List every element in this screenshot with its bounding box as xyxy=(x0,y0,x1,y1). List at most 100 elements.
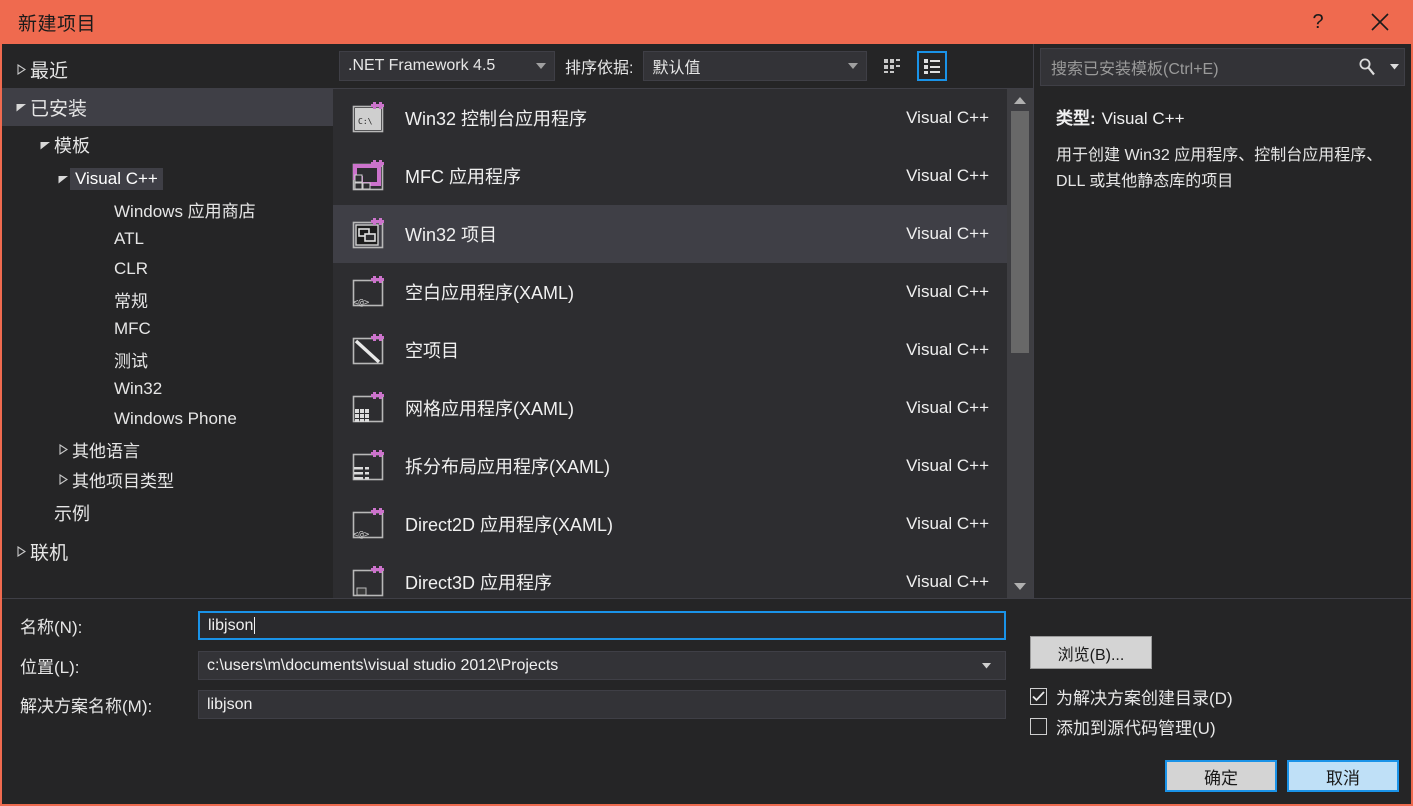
template-list-item[interactable]: 网格应用程序(XAML)Visual C++ xyxy=(333,379,1007,437)
template-list-item[interactable]: Direct3D 应用程序Visual C++ xyxy=(333,553,1007,598)
scroll-up-button[interactable] xyxy=(1007,89,1033,111)
template-list-item[interactable]: C:\Win32 控制台应用程序Visual C++ xyxy=(333,89,1007,147)
tree-collapsed-icon[interactable] xyxy=(12,546,30,557)
search-icon[interactable] xyxy=(1350,57,1384,77)
description-text: 用于创建 Win32 应用程序、控制台应用程序、DLL 或其他静态库的项目 xyxy=(1056,143,1393,196)
triangle-right-icon xyxy=(59,474,68,485)
sidebar-item-label: Win32 xyxy=(114,379,162,399)
sidebar-item-12[interactable]: 其他语言 xyxy=(2,434,333,464)
chevron-down-icon[interactable] xyxy=(975,663,997,669)
grid-view-button[interactable] xyxy=(877,51,907,81)
sidebar-item-11[interactable]: Windows Phone xyxy=(2,404,333,434)
sidebar-item-13[interactable]: 其他项目类型 xyxy=(2,464,333,494)
sort-by-dropdown[interactable]: 默认值 xyxy=(643,51,867,81)
sidebar-item-2[interactable]: 模板 xyxy=(2,126,333,164)
close-icon xyxy=(1369,11,1391,33)
sidebar-item-5[interactable]: ATL xyxy=(2,224,333,254)
tree-expanded-icon[interactable] xyxy=(36,141,54,150)
sidebar-item-8[interactable]: MFC xyxy=(2,314,333,344)
tree-collapsed-icon[interactable] xyxy=(54,444,72,455)
list-view-button[interactable] xyxy=(917,51,947,81)
sort-by-value: 默认值 xyxy=(652,54,700,78)
checkbox-unchecked-icon[interactable] xyxy=(1030,718,1047,735)
sidebar-item-10[interactable]: Win32 xyxy=(2,374,333,404)
sidebar-item-1[interactable]: 已安装 xyxy=(2,88,333,126)
title-bar: 新建项目 ? xyxy=(2,0,1411,44)
svg-text:C:\: C:\ xyxy=(358,117,373,126)
template-list-item[interactable]: <@>Direct2D 应用程序(XAML)Visual C++ xyxy=(333,495,1007,553)
source-control-checkbox-row[interactable]: 添加到源代码管理(U) xyxy=(1030,714,1216,739)
page-title: 新建项目 xyxy=(18,9,96,36)
empty-project-icon xyxy=(347,332,391,368)
win32-project-icon xyxy=(347,216,391,252)
triangle-down-icon xyxy=(1014,583,1026,591)
template-name: MFC 应用程序 xyxy=(405,163,521,189)
template-list-item[interactable]: MFC 应用程序Visual C++ xyxy=(333,147,1007,205)
tree-expanded-icon[interactable] xyxy=(12,103,30,112)
grid-app-icon xyxy=(347,390,391,426)
solution-name-label: 解决方案名称(M): xyxy=(2,692,198,717)
template-list-item[interactable]: 空项目Visual C++ xyxy=(333,321,1007,379)
sidebar-item-3[interactable]: Visual C++ xyxy=(2,164,333,194)
cancel-button[interactable]: 取消 xyxy=(1287,760,1399,792)
tree-collapsed-icon[interactable] xyxy=(54,474,72,485)
project-form: 名称(N): libjson 位置(L): c:\users\m\documen… xyxy=(2,598,1411,804)
template-list-area: C:\Win32 控制台应用程序Visual C++MFC 应用程序Visual… xyxy=(333,88,1033,598)
split-app-icon xyxy=(347,448,391,484)
scrollbar-track[interactable] xyxy=(1007,111,1033,576)
name-input[interactable]: libjson xyxy=(198,611,1006,640)
details-pane: 搜索已安装模板(Ctrl+E) 类型:Visual C++ 用于创建 Win32… xyxy=(1033,44,1411,598)
search-options-chevron-icon[interactable] xyxy=(1384,64,1404,70)
framework-dropdown[interactable]: .NET Framework 4.5 xyxy=(339,51,555,81)
template-list-item[interactable]: 拆分布局应用程序(XAML)Visual C++ xyxy=(333,437,1007,495)
template-name: Direct3D 应用程序 xyxy=(405,569,552,595)
location-input[interactable]: c:\users\m\documents\visual studio 2012\… xyxy=(198,651,1006,680)
dialog-body: 最近已安装模板Visual C++Windows 应用商店ATLCLR常规MFC… xyxy=(2,44,1411,598)
create-directory-label: 为解决方案创建目录(D) xyxy=(1056,684,1233,709)
empty-project-icon xyxy=(351,332,387,368)
create-directory-checkbox-row[interactable]: 为解决方案创建目录(D) xyxy=(1030,684,1233,709)
template-language: Visual C++ xyxy=(906,108,995,128)
ok-button[interactable]: 确定 xyxy=(1165,760,1277,792)
sidebar-item-6[interactable]: CLR xyxy=(2,254,333,284)
sidebar-item-label: 联机 xyxy=(30,538,68,565)
template-list-item[interactable]: Win32 项目Visual C++ xyxy=(333,205,1007,263)
direct2d-app-icon: <@> xyxy=(347,506,391,542)
sidebar-item-4[interactable]: Windows 应用商店 xyxy=(2,194,333,224)
browse-button[interactable]: 浏览(B)... xyxy=(1030,636,1152,669)
grid-app-icon xyxy=(351,390,387,426)
scrollbar-thumb[interactable] xyxy=(1011,111,1029,353)
direct2d-app-icon: <@> xyxy=(351,506,387,542)
mfc-app-icon xyxy=(351,158,387,194)
triangle-up-icon xyxy=(1014,96,1026,104)
grid-view-icon xyxy=(882,56,902,76)
sidebar-item-15[interactable]: 联机 xyxy=(2,532,333,570)
sidebar-item-0[interactable]: 最近 xyxy=(2,50,333,88)
sort-by-label: 排序依据: xyxy=(565,54,633,78)
close-button[interactable] xyxy=(1349,0,1411,44)
sidebar-item-label: Windows 应用商店 xyxy=(114,197,256,222)
search-input[interactable]: 搜索已安装模板(Ctrl+E) xyxy=(1051,55,1350,79)
template-list-item[interactable]: <@>空白应用程序(XAML)Visual C++ xyxy=(333,263,1007,321)
triangle-right-icon xyxy=(17,64,26,75)
sidebar-item-label: 已安装 xyxy=(30,94,87,121)
template-language: Visual C++ xyxy=(906,282,995,302)
search-box[interactable]: 搜索已安装模板(Ctrl+E) xyxy=(1040,48,1405,86)
help-button[interactable]: ? xyxy=(1287,0,1349,44)
template-name: 空白应用程序(XAML) xyxy=(405,279,574,305)
sidebar-item-9[interactable]: 测试 xyxy=(2,344,333,374)
solution-name-input[interactable]: libjson xyxy=(198,690,1006,719)
triangle-down-icon xyxy=(58,175,69,184)
sidebar-item-7[interactable]: 常规 xyxy=(2,284,333,314)
template-list-scrollbar[interactable] xyxy=(1007,88,1033,598)
sidebar-item-14[interactable]: 示例 xyxy=(2,494,333,532)
scroll-down-button[interactable] xyxy=(1007,576,1033,598)
framework-value: .NET Framework 4.5 xyxy=(348,57,495,75)
template-list[interactable]: C:\Win32 控制台应用程序Visual C++MFC 应用程序Visual… xyxy=(333,88,1007,598)
checkbox-checked-icon[interactable] xyxy=(1030,688,1047,705)
triangle-right-icon xyxy=(59,444,68,455)
triangle-right-icon xyxy=(17,546,26,557)
template-toolbar: .NET Framework 4.5 排序依据: 默认值 xyxy=(333,44,1033,88)
tree-collapsed-icon[interactable] xyxy=(12,64,30,75)
template-name: 网格应用程序(XAML) xyxy=(405,395,574,421)
